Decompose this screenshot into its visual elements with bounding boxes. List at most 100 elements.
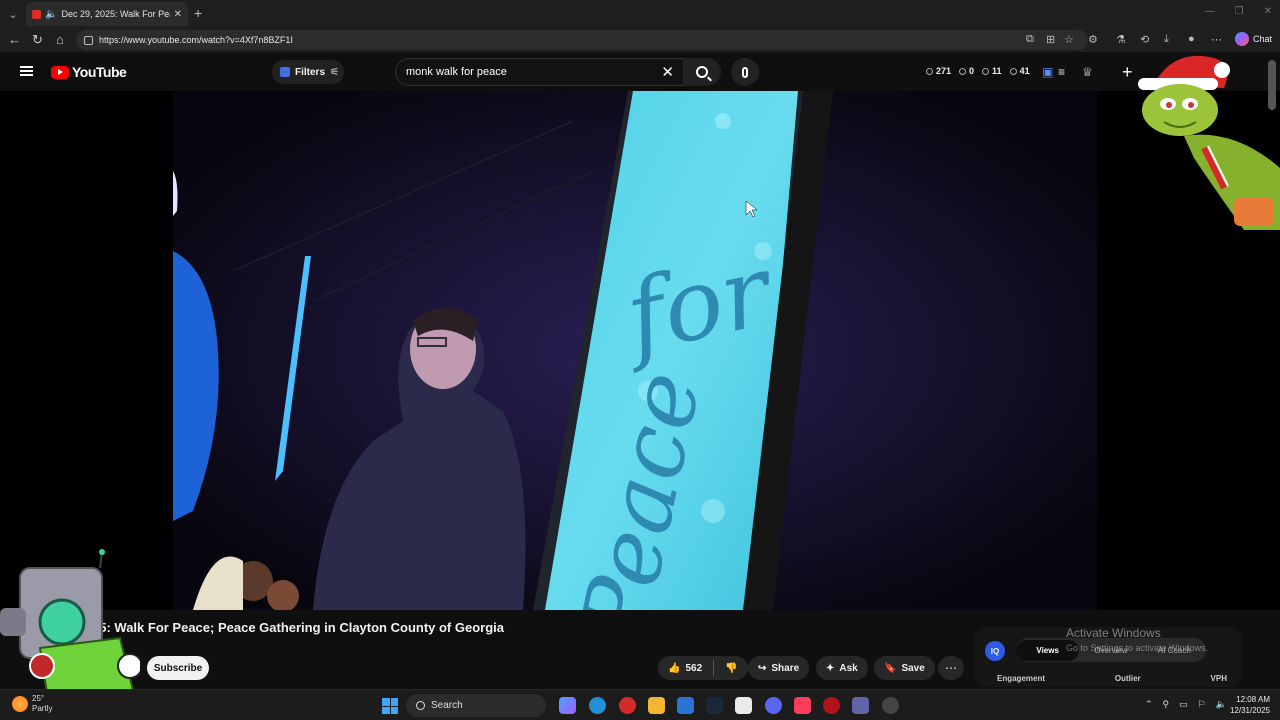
share-button[interactable]: ↪ Share <box>748 656 810 680</box>
collections-icon[interactable]: ⚗ <box>1116 33 1126 46</box>
tray-device-icon[interactable]: ▭ <box>1179 699 1188 710</box>
search-input[interactable]: monk walk for peace ✕ <box>395 58 685 86</box>
start-button[interactable] <box>382 698 398 714</box>
video-title: 25: Walk For Peace; Peace Gathering in C… <box>92 620 505 635</box>
eye-icon <box>1009 67 1017 75</box>
clear-search-icon[interactable]: ✕ <box>661 63 674 81</box>
vidiq-logo-icon: IQ <box>985 641 1005 661</box>
menu-icon[interactable] <box>20 66 33 76</box>
list-icon[interactable]: ≡ <box>1058 65 1065 79</box>
activate-windows-subtext: Go to Settings to activate Windows. <box>1066 643 1209 653</box>
vidiq-filters-button[interactable]: Filters ⚟ <box>272 60 344 84</box>
search-button[interactable] <box>683 58 721 86</box>
weather-icon <box>12 696 28 712</box>
close-window-button[interactable]: ✕ <box>1264 6 1272 17</box>
ask-label: Ask <box>839 662 858 674</box>
tab-title: Dec 29, 2025: Walk For Peace <box>61 9 170 19</box>
home-icon[interactable]: ⌂ <box>56 32 64 47</box>
create-button[interactable]: + <box>1122 62 1133 83</box>
save-button[interactable]: 🔖 Save <box>874 656 935 680</box>
taskbar-clock[interactable]: 12:08 AM 12/31/2025 <box>1230 694 1270 716</box>
eye-icon <box>959 67 967 75</box>
profile-avatar-icon[interactable]: ● <box>1188 33 1195 45</box>
opera-icon[interactable] <box>619 697 636 714</box>
window-controls: — ❐ ✕ <box>1205 6 1272 17</box>
site-info-icon[interactable] <box>84 35 93 45</box>
tray-app-icon[interactable]: ⚲ <box>1163 699 1170 710</box>
discord-icon[interactable] <box>765 697 782 714</box>
youtube-favicon-icon <box>32 9 41 19</box>
stat-eye-1: 0 <box>959 66 974 76</box>
ask-button[interactable]: ✦ Ask <box>816 656 868 680</box>
engagement-label: Engagement <box>997 674 1046 683</box>
vidiq-badge-icon[interactable]: ▣ <box>1042 65 1053 79</box>
start-tile <box>390 706 398 714</box>
refresh-icon[interactable]: ↻ <box>32 32 43 48</box>
close-tab-icon[interactable]: ✕ <box>174 9 182 20</box>
active-tab[interactable]: 🔈 Dec 29, 2025: Walk For Peace ✕ <box>26 2 188 26</box>
address-bar[interactable]: https://www.youtube.com/watch?v=4Xf7n8BZ… <box>76 30 1088 50</box>
subscribe-button[interactable]: Subscribe <box>147 656 209 680</box>
downloads-icon[interactable]: ⤓ <box>1164 33 1169 46</box>
copilot-icon <box>1234 32 1249 46</box>
store-icon[interactable] <box>735 697 752 714</box>
grinch-sticker <box>1138 55 1280 230</box>
file-explorer-icon[interactable] <box>648 697 665 714</box>
translate-icon[interactable]: ⧉ <box>1026 33 1034 46</box>
start-tile <box>390 698 398 706</box>
mail-icon[interactable] <box>677 697 694 714</box>
new-tab-button[interactable]: + <box>194 5 202 21</box>
restore-button[interactable]: ❐ <box>1235 6 1244 17</box>
settings-app-icon[interactable] <box>882 697 899 714</box>
video-player[interactable]: for Peace <box>173 91 1097 610</box>
stat-eye-2: 11 <box>982 66 1002 76</box>
favorite-star-icon[interactable]: ☆ <box>1064 33 1074 46</box>
minimize-button[interactable]: — <box>1205 6 1215 17</box>
youtube-wordmark: YouTube <box>72 64 127 80</box>
filters-label: Filters <box>295 66 326 78</box>
network-icon[interactable]: ⚐ <box>1198 699 1206 710</box>
clock-date: 12/31/2025 <box>1229 706 1270 715</box>
weather-desc: Partly <box>32 704 53 713</box>
audio-playing-icon[interactable]: 🔈 <box>45 9 57 20</box>
thumbs-down-icon[interactable]: 👎 <box>725 663 737 674</box>
edge-browser-icon[interactable] <box>589 697 606 714</box>
volume-icon[interactable]: 🔈 <box>1216 699 1227 710</box>
steam-icon[interactable] <box>706 697 723 714</box>
music-icon[interactable] <box>794 697 811 714</box>
back-icon[interactable]: ← <box>8 32 21 47</box>
taskbar-search-label: Search <box>431 700 463 711</box>
trophy-icon[interactable]: ♕ <box>1082 65 1093 79</box>
history-icon[interactable]: ⟲ <box>1140 33 1149 46</box>
extensions-icon[interactable]: ⚙ <box>1088 33 1098 46</box>
sparkle-icon: ✦ <box>826 662 835 674</box>
video-frame: for Peace <box>173 91 1097 610</box>
chat-label: Chat <box>1252 34 1272 44</box>
youtube-header: YouTube Filters ⚟ monk walk for peace ✕ … <box>0 52 1280 91</box>
voice-search-button[interactable] <box>731 58 759 86</box>
copilot-chat-button[interactable]: Chat <box>1234 32 1272 46</box>
vidiq-icon <box>280 67 290 77</box>
taskbar-search-icon <box>416 701 425 710</box>
save-label: Save <box>901 662 925 674</box>
stat-clock: 271 <box>926 66 951 76</box>
tab-actions-menu[interactable]: ⌄ <box>0 0 26 28</box>
copilot-taskbar-icon[interactable] <box>559 697 576 714</box>
like-button[interactable]: 👍 562 👎 <box>658 656 748 680</box>
search-query: monk walk for peace <box>406 66 507 78</box>
settings-more-icon[interactable]: ⋯ <box>1211 33 1222 46</box>
taskbar-search[interactable]: Search <box>406 694 546 717</box>
more-actions-button[interactable]: ⋯ <box>938 656 964 680</box>
microphone-icon <box>742 66 748 78</box>
vidiq-stats: 271 0 11 41 <box>926 66 1030 76</box>
tray-expand-icon[interactable]: ⌃ <box>1145 699 1153 710</box>
apps-icon[interactable]: ⊞ <box>1046 33 1055 46</box>
youtube-logo[interactable]: YouTube <box>51 64 127 80</box>
vph-label: VPH <box>1210 674 1227 683</box>
teams-icon[interactable] <box>852 697 869 714</box>
share-icon: ↪ <box>758 662 767 674</box>
sliders-icon: ⚟ <box>330 66 339 78</box>
weather-widget[interactable]: 25° Partly <box>12 694 52 714</box>
record-app-icon[interactable] <box>823 697 840 714</box>
weather-text: 25° Partly <box>32 694 52 714</box>
